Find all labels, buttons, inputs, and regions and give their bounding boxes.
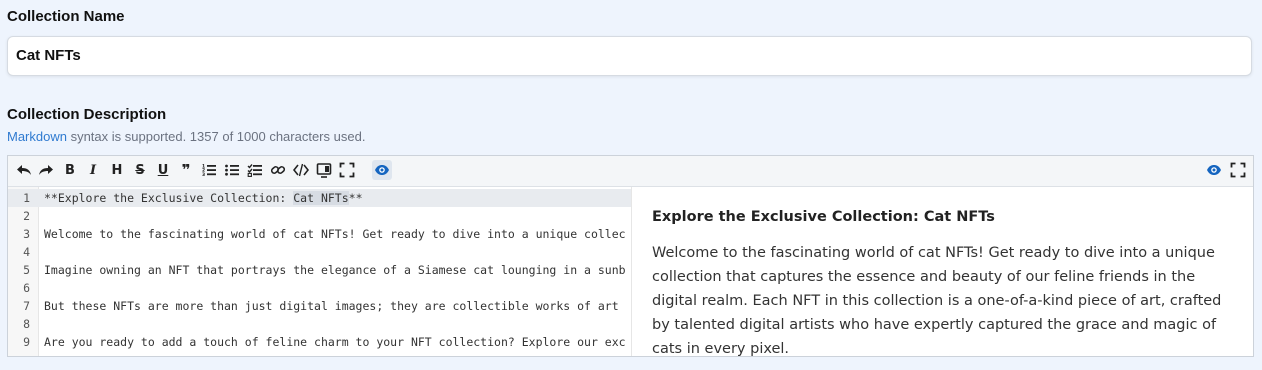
svg-text:3: 3 (202, 172, 205, 178)
line-number: 7 (23, 299, 30, 313)
code-line[interactable]: 7 But these NFTs are more than just digi… (8, 297, 631, 315)
description-hint: Markdown syntax is supported. 1357 of 10… (7, 129, 365, 144)
code-line[interactable]: 4 (8, 243, 631, 261)
preview-heading: Explore the Exclusive Collection: Cat NF… (652, 209, 995, 225)
code-text: Imagine owning an NFT that portrays the … (44, 263, 626, 277)
italic-icon[interactable]: I (83, 160, 103, 180)
code-line[interactable]: 8 (8, 315, 631, 333)
eye-icon[interactable] (372, 160, 392, 180)
selected-text: Cat NFTs (293, 191, 349, 205)
editor-toolbar: B I H S U ❞ 123 (8, 156, 1253, 187)
line-number: 4 (23, 245, 30, 259)
quote-icon[interactable]: ❞ (176, 160, 196, 180)
hint-text: syntax is supported. 1357 of 1000 charac… (66, 129, 366, 144)
eye-icon[interactable] (1204, 160, 1224, 180)
line-number: 3 (23, 227, 30, 241)
markdown-link[interactable]: Markdown (7, 129, 67, 144)
redo-icon[interactable] (36, 160, 56, 180)
code-text: Are you ready to add a touch of feline c… (44, 335, 626, 349)
preview-split-icon[interactable] (314, 160, 334, 180)
markdown-editor: B I H S U ❞ 123 1 **Explore the Exclusiv… (7, 155, 1254, 357)
underline-icon[interactable]: U (153, 160, 173, 180)
collection-description-label: Collection Description (7, 106, 167, 123)
link-icon[interactable] (268, 160, 288, 180)
code-editor-pane[interactable]: 1 **Explore the Exclusive Collection: Ca… (8, 187, 631, 356)
collection-name-label: Collection Name (7, 8, 125, 25)
line-number: 1 (23, 191, 30, 205)
line-number: 9 (23, 335, 30, 349)
preview-pane: Explore the Exclusive Collection: Cat NF… (631, 187, 1253, 357)
code-line[interactable]: 6 (8, 279, 631, 297)
code-line[interactable]: 2 (8, 207, 631, 225)
code-text: **Explore the Exclusive Collection: Cat … (44, 191, 363, 205)
checklist-icon[interactable] (245, 160, 265, 180)
code-line[interactable]: 5 Imagine owning an NFT that portrays th… (8, 261, 631, 279)
code-line[interactable]: 1 **Explore the Exclusive Collection: Ca… (8, 189, 631, 207)
line-number: 8 (23, 317, 30, 331)
strikethrough-icon[interactable]: S (130, 160, 150, 180)
ordered-list-icon[interactable]: 123 (199, 160, 219, 180)
unordered-list-icon[interactable] (222, 160, 242, 180)
line-number: 2 (23, 209, 30, 223)
heading-icon[interactable]: H (107, 160, 127, 180)
line-number: 5 (23, 263, 30, 277)
bold-icon[interactable]: B (60, 160, 80, 180)
fullscreen-icon[interactable] (337, 160, 357, 180)
line-number: 6 (23, 281, 30, 295)
code-text: Welcome to the fascinating world of cat … (44, 227, 626, 241)
collection-name-input[interactable]: Cat NFTs (7, 36, 1252, 76)
code-icon[interactable] (291, 160, 311, 180)
code-line[interactable]: 3 Welcome to the fascinating world of ca… (8, 225, 631, 243)
fullscreen-icon[interactable] (1228, 160, 1248, 180)
undo-icon[interactable] (14, 160, 34, 180)
code-line[interactable]: 9 Are you ready to add a touch of feline… (8, 333, 631, 351)
code-text: But these NFTs are more than just digita… (44, 299, 619, 313)
preview-paragraph: Welcome to the fascinating world of cat … (652, 245, 1222, 357)
